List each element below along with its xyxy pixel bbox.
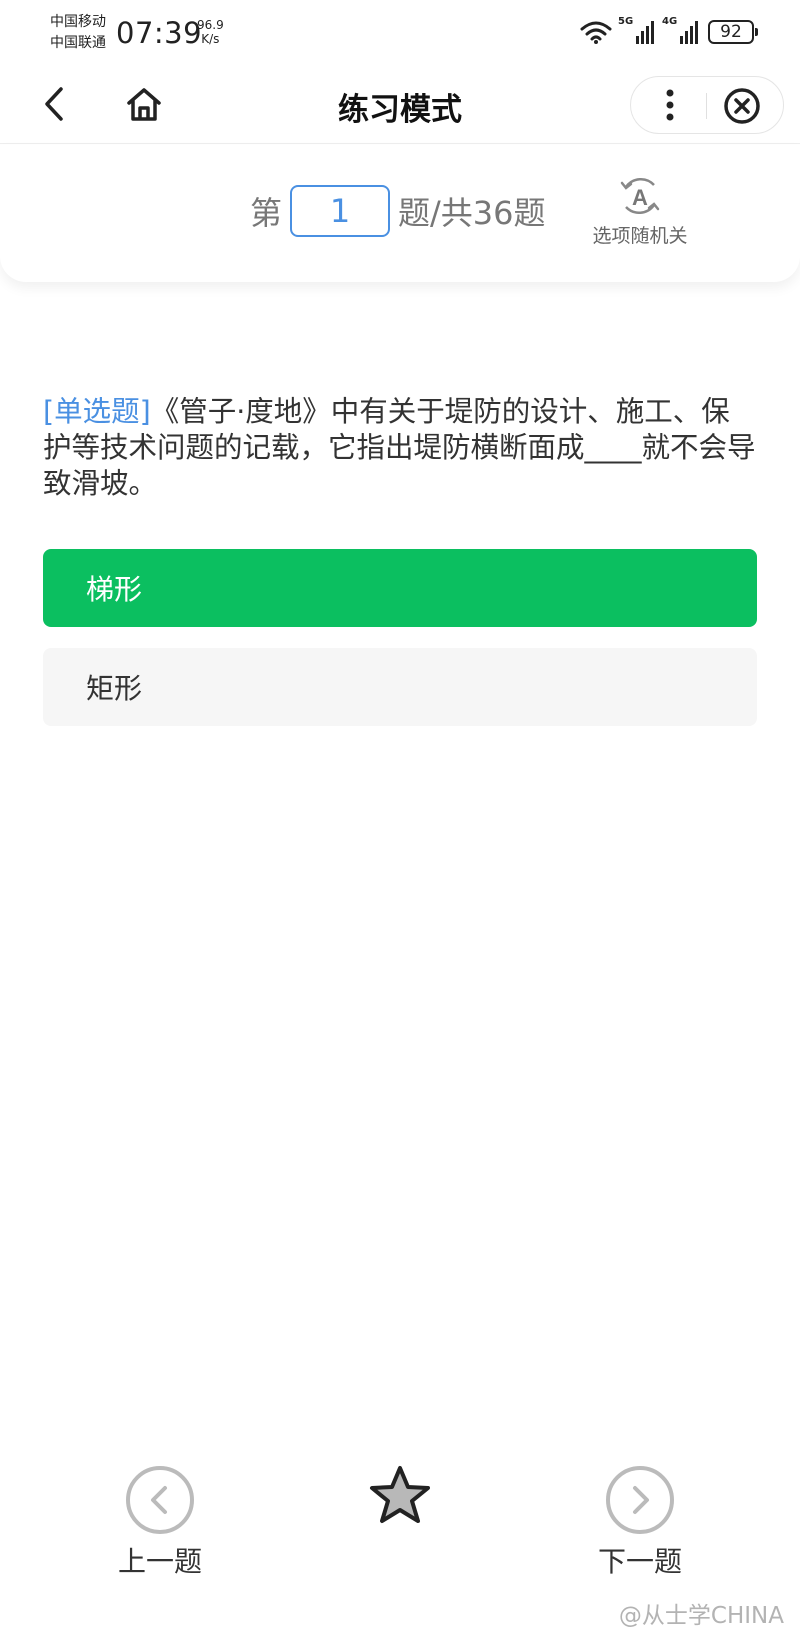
speed-unit: K/s	[201, 32, 220, 46]
option-item[interactable]: 矩形	[43, 648, 757, 726]
wifi-icon	[580, 21, 612, 44]
question-number-input[interactable]	[290, 185, 391, 237]
signal-1-gen: 5G	[618, 16, 634, 27]
navigation-bar: 练习模式	[0, 64, 800, 144]
previous-question-button[interactable]: 上一题	[100, 1464, 220, 1580]
status-bar: 中国移动 中国联通 07:39 96.9 K/s 5G 4G 92	[0, 0, 800, 64]
close-button[interactable]	[721, 86, 763, 126]
system-icons: 5G 4G 92	[580, 16, 758, 44]
shuffle-icon-letter: A	[632, 185, 648, 210]
shuffle-options-icon: A	[620, 178, 660, 214]
battery-icon: 92	[708, 20, 758, 44]
network-speed: 96.9 K/s	[197, 18, 224, 46]
previous-label: 上一题	[117, 1545, 202, 1578]
option-item-selected[interactable]: 梯形	[43, 549, 757, 627]
question-type-label: [单选题]	[43, 395, 151, 428]
chevron-right-circle-icon	[606, 1466, 674, 1534]
close-circle-icon	[724, 88, 760, 124]
next-question-button[interactable]: 下一题	[580, 1464, 700, 1580]
counter-prefix: 第	[250, 194, 283, 232]
next-label: 下一题	[597, 1545, 682, 1578]
signal-4g-icon: 4G	[662, 16, 700, 44]
question-text: [单选题]《管子·度地》中有关于堤防的设计、施工、保护等技术问题的记载，它指出堤…	[43, 394, 757, 502]
signal-2-gen: 4G	[662, 16, 678, 27]
more-vertical-icon	[666, 89, 674, 121]
question-counter: 第 题/共36题	[250, 185, 546, 237]
option-label: 矩形	[86, 672, 143, 705]
shuffle-options-toggle[interactable]: A 选项随机关	[585, 173, 695, 248]
counter-suffix: 题/共36题	[398, 194, 546, 232]
question-header: 第 题/共36题 A 选项随机关	[0, 145, 800, 282]
shuffle-label: 选项随机关	[592, 225, 688, 247]
question-stem: 《管子·度地》中有关于堤防的设计、施工、保护等技术问题的记载，它指出堤防横断面成…	[43, 395, 756, 500]
carrier-1: 中国移动	[50, 14, 106, 30]
more-button[interactable]	[649, 85, 691, 125]
mini-program-capsule	[630, 76, 784, 134]
carrier-2: 中国联通	[50, 35, 106, 51]
speed-value: 96.9	[197, 18, 224, 32]
star-icon	[370, 1466, 430, 1523]
signal-5g-icon: 5G	[618, 16, 656, 44]
option-label: 梯形	[86, 573, 143, 606]
favorite-button[interactable]	[364, 1460, 436, 1532]
status-time: 07:39	[116, 16, 203, 50]
chevron-left-circle-icon	[126, 1466, 194, 1534]
watermark: @从士学CHINA	[618, 1603, 784, 1629]
carrier-names: 中国移动 中国联通	[50, 12, 106, 54]
capsule-divider	[706, 93, 707, 119]
